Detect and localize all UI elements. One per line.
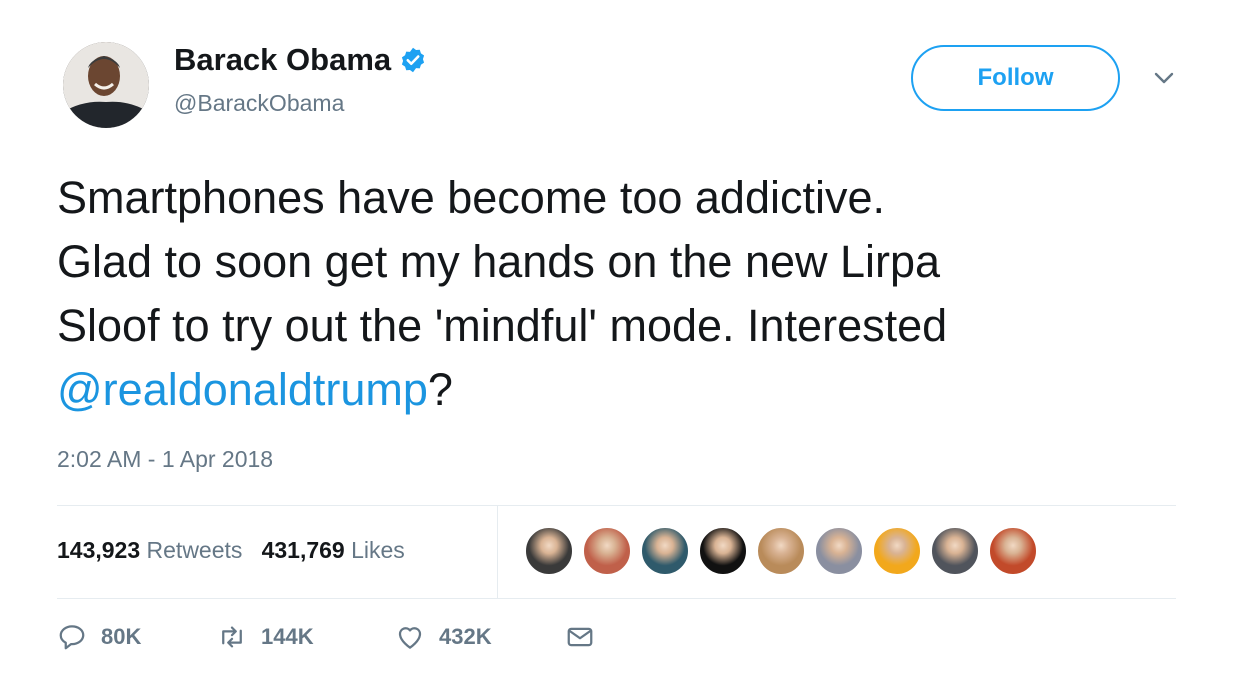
mention-link[interactable]: @realdonaldtrump [57,364,428,415]
envelope-icon [567,627,593,647]
divider [57,505,1176,506]
reply-button[interactable]: 80K [57,622,141,652]
liker-avatar[interactable] [698,526,748,576]
likes-count[interactable]: 431,769 [262,537,345,563]
tweet-text-body: Smartphones have become too addictive. G… [57,172,948,351]
author-name[interactable]: Barack Obama [174,42,427,78]
tweet-timestamp[interactable]: 2:02 AM - 1 Apr 2018 [57,446,273,473]
reply-icon [59,625,85,650]
like-button[interactable]: 432K [395,622,492,652]
tweet-text-end: ? [427,364,453,415]
stats-separator [497,506,498,598]
heart-icon [398,627,422,649]
liker-avatar[interactable] [872,526,922,576]
engagement-stats: 143,923 Retweets 431,769 Likes [57,537,405,564]
liker-avatar[interactable] [988,526,1038,576]
like-count: 432K [439,624,492,649]
liker-avatar[interactable] [930,526,980,576]
retweet-count: 144K [261,624,314,649]
author-name-text[interactable]: Barack Obama [174,42,391,78]
follow-button[interactable]: Follow [911,45,1120,111]
liker-avatar[interactable] [756,526,806,576]
chevron-down-icon[interactable] [1152,68,1176,88]
author-handle[interactable]: @BarackObama [174,90,344,117]
liker-avatar[interactable] [524,526,574,576]
retweet-icon [222,626,242,648]
reply-count: 80K [101,624,142,649]
liker-avatar[interactable] [814,526,864,576]
retweets-label[interactable]: Retweets [147,537,243,563]
retweet-button[interactable]: 144K [217,622,314,652]
liker-avatar[interactable] [640,526,690,576]
retweets-count[interactable]: 143,923 [57,537,140,563]
verified-badge-icon [402,47,425,73]
tweet-text: Smartphones have become too addictive. G… [57,166,1207,422]
direct-message-button[interactable] [565,622,595,652]
liker-avatar[interactable] [582,526,632,576]
likes-label[interactable]: Likes [351,537,405,563]
author-avatar[interactable] [63,42,149,128]
divider [57,598,1176,599]
